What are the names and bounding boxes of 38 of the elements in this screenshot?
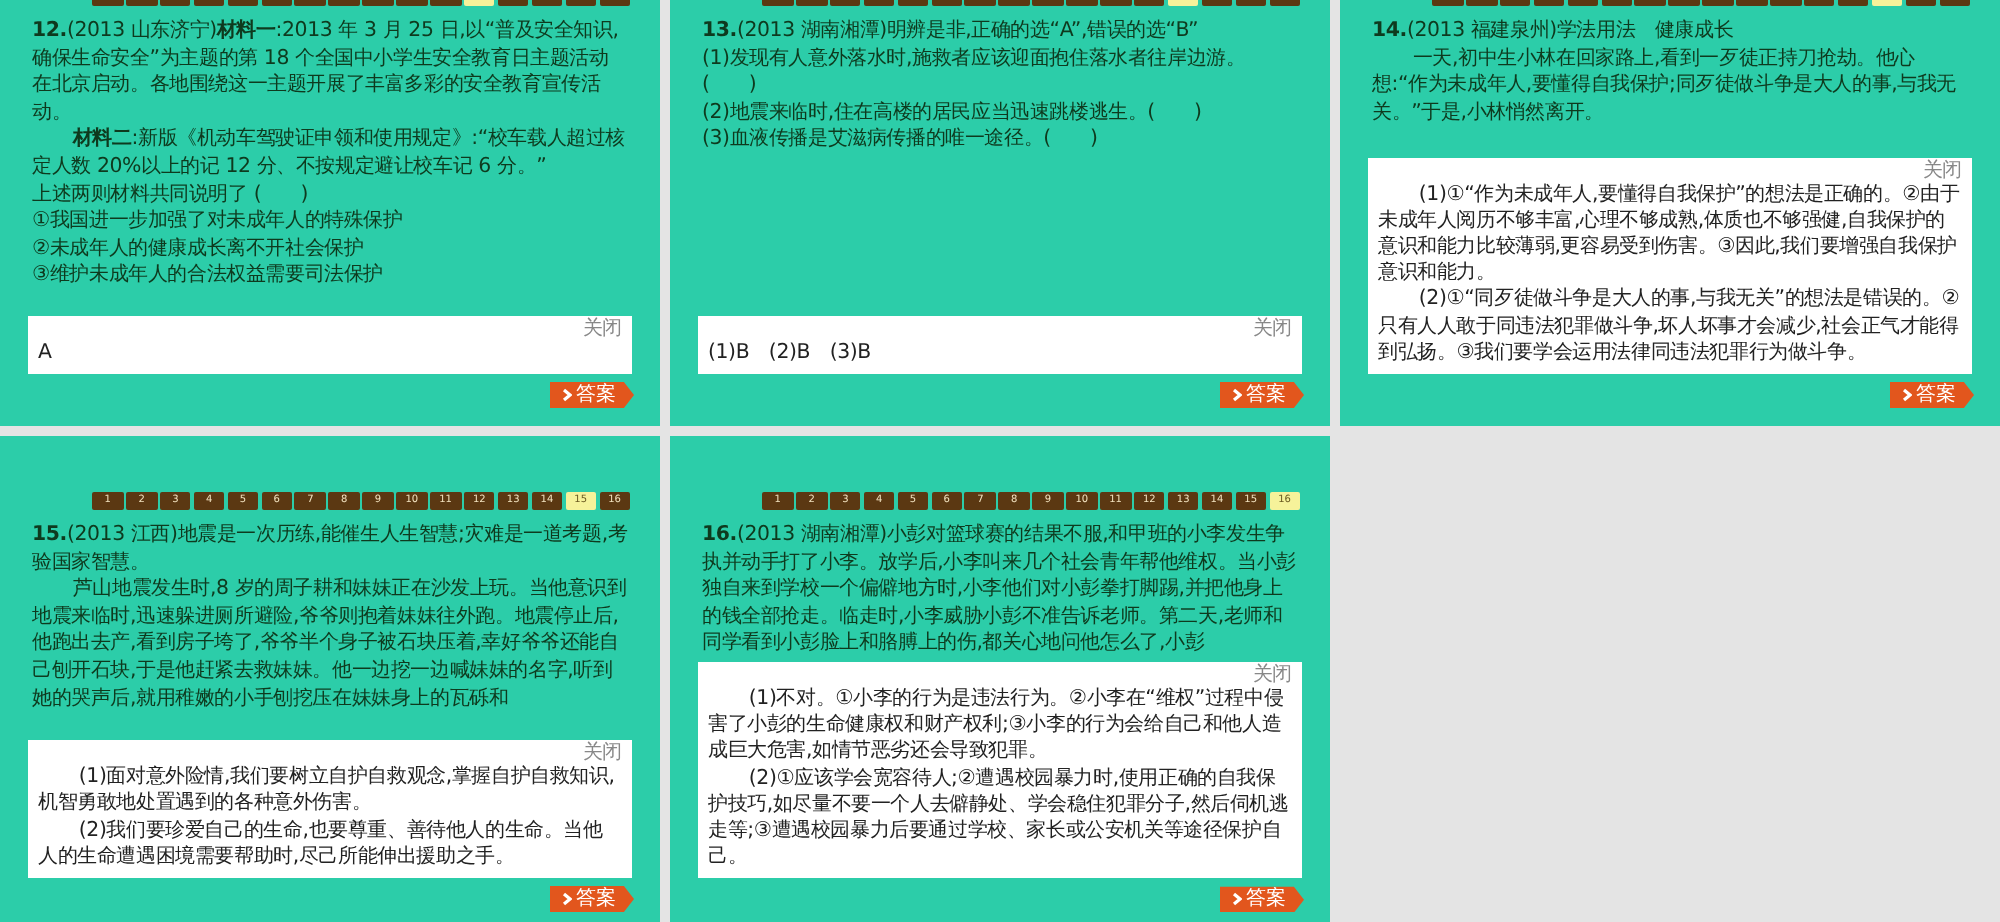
answer-button[interactable]: 答案 bbox=[550, 382, 634, 408]
close-link[interactable]: 关闭 bbox=[708, 665, 1292, 686]
question-text: 12.(2013 山东济宁)材料一:2013 年 3 月 25 日,以“普及安全知识,确保生命安全”为主题的第 18 个全国中小学生安全教育日主题活动在北京启动。各地围绕这一主题开展了丰富多彩的安全教育宣传活动。 bbox=[32, 18, 621, 127]
answer-button[interactable]: 答案 bbox=[1890, 382, 1974, 408]
question-text: 16.(2013 湖南湘潭)小彭对篮球赛的结果不服,和甲班的小李发生争执并动手打了小李。放学后,小李叫来几个社会青年帮他维权。当小彭独自来到学校一个偏僻地方时,小李他们对小彭拳打脚踢,并把他身上的钱全部抢走。临走时,小李威胁小彭不准告诉老师。第二天,老师和同学看到小彭脸上和胳膊上的伤,都关心地问他怎么了,小彭 bbox=[702, 522, 1298, 658]
chevron-icon bbox=[1232, 388, 1242, 402]
question-text: 上述两则材料共同说明了 ( ) bbox=[32, 181, 310, 209]
answer-text: A bbox=[38, 339, 54, 366]
question-text: (2)地震来临时,住在高楼的居民应当迅速跳楼逃生。( ) bbox=[702, 99, 1204, 127]
answer-text: (1)B (2)B (3)B bbox=[708, 339, 873, 366]
question-text: 一天,初中生小林在回家路上,看到一歹徒正持刀抢劫。他心想:“作为未成年人,要懂得自我保护;同歹徒做斗争是大人的事,与我无关。”于是,小林悄然离开。 bbox=[1372, 45, 1959, 127]
question-text: ①我国进一步加强了对未成年人的特殊保护 bbox=[32, 208, 405, 236]
answer-text: (1)不对。①小李的行为是违法行为。②小李在“维权”过程中侵害了小彭的生命健康权和财产权利;③小李的行为会给自己和他人造成巨大危害,如情节恶劣还会导致犯罪。 bbox=[708, 685, 1286, 766]
answer-text: (1)①“作为未成年人,要懂得自我保护”的想法是正确的。②由于未成年人阅历不够丰富,心理不够成熟,体质也不够强健,自我保护的意识和能力比较薄弱,更容易受到伤害。③因此,我们要增强自我保护意识和能力。 bbox=[1378, 181, 1962, 287]
chevron-icon bbox=[1902, 388, 1912, 402]
question-text: (1)发现有人意外落水时,施救者应该迎面抱住落水者往岸边游。( ) bbox=[702, 45, 1248, 100]
answer-text: (1)面对意外险情,我们要树立自护自救观念,掌握自护自救知识,机智勇敢地处置遇到的各种意外伤害。 bbox=[38, 764, 617, 818]
answer-button[interactable]: 答案 bbox=[1220, 382, 1304, 408]
chevron-icon bbox=[562, 388, 572, 402]
answer-button[interactable]: 答案 bbox=[1220, 886, 1304, 913]
close-link[interactable]: 关闭 bbox=[38, 744, 622, 765]
answer-text: (2)①应该学会宽容待人;②遭遇校园暴力时,使用正确的自我保护技巧,如尽量不要一个人去僻静处、学会稳住犯罪分子,然后伺机逃走等;③遭遇校园暴力后要通过学校、家长或公安机关等途径保护自己。 bbox=[708, 765, 1291, 871]
chevron-icon bbox=[562, 892, 572, 906]
chevron-icon bbox=[1232, 892, 1242, 907]
close-link[interactable]: 关闭 bbox=[708, 319, 1292, 340]
question-text: (3)血液传播是艾滋病传播的唯一途径。( ) bbox=[702, 126, 1100, 154]
question-text: ②未成年人的健康成长离不开社会保护 bbox=[32, 235, 366, 263]
question-text: 芦山地震发生时,8 岁的周子耕和妹妹正在沙发上玩。当他意识到地震来临时,迅速躲进厕所避险,爷爷则抱着妹妹往外跑。地震停止后,他跑出去产,看到房子垮了,爷爷半个身子被石块压着,幸好爷爷还能自己刨开石块,于是他赶紧去救妹妹。他一边挖一边喊妹妹的名字,听到她的哭声后,就用稚嫩的小手刨挖压在妹妹身上的瓦砾和 bbox=[32, 576, 628, 713]
close-link[interactable]: 关闭 bbox=[38, 319, 622, 340]
question-text: 14.(2013 福建泉州)学法用法 健康成长 bbox=[1372, 18, 1736, 46]
question-text: 13.(2013 湖南湘潭)明辨是非,正确的选“A”,错误的选“B” bbox=[702, 18, 1201, 46]
question-text: ③维护未成年人的合法权益需要司法保护 bbox=[32, 262, 386, 290]
answer-text: (2)①“同歹徒做斗争是大人的事,与我无关”的想法是错误的。②只有人人敢于同违法犯罪做斗争,坏人坏事才会减少,社会正气才能得到弘扬。③我们要学会运用法律同违法犯罪行为做斗争。 bbox=[1378, 286, 1962, 366]
answer-text: (2)我们要珍爱自己的生命,也要尊重、善待他人的生命。当他人的生命遭遇困境需要帮助时,尽己所能伸出援助之手。 bbox=[38, 817, 605, 870]
question-text: 材料二:新版《机动车驾驶证申领和使用规定》:“校车载人超过核定人数 20%以上的记 12 分、不按规定避让校车记 6 分。” bbox=[32, 126, 628, 182]
close-link[interactable]: 关闭 bbox=[1378, 161, 1962, 182]
answer-button[interactable]: 答案 bbox=[550, 886, 634, 912]
question-text: 15.(2013 江西)地震是一次历练,能催生人生智慧;灾难是一道考题,考验国家智慧。 bbox=[32, 522, 628, 577]
